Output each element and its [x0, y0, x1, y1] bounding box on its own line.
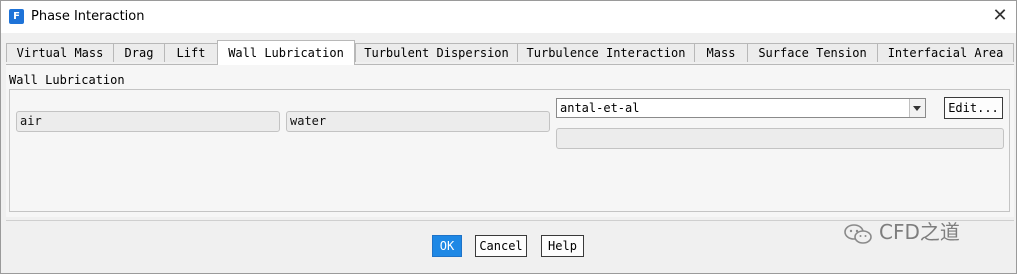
window-title: Phase Interaction [31, 9, 145, 24]
phase-2-field: water [286, 111, 550, 132]
watermark: CFD之道 [843, 220, 960, 244]
tab-mass[interactable]: Mass [694, 43, 748, 62]
tab-wall-lubrication[interactable]: Wall Lubrication [217, 40, 355, 65]
model-parameter-field [556, 128, 1004, 149]
tab-virtual-mass[interactable]: Virtual Mass [6, 43, 114, 62]
fluent-app-icon: F [9, 9, 24, 24]
wechat-logo-icon [844, 223, 872, 244]
tab-turbulence-interaction[interactable]: Turbulence Interaction [517, 43, 695, 62]
watermark-text: CFD之道 [879, 220, 960, 244]
phase-1-field: air [16, 111, 280, 132]
wall-lubrication-group: air water antal-et-al Edit... [9, 89, 1010, 212]
tab-surface-tension[interactable]: Surface Tension [747, 43, 878, 62]
tab-bar: Virtual Mass Drag Lift Wall Lubrication … [6, 40, 1014, 65]
tab-turbulent-dispersion[interactable]: Turbulent Dispersion [355, 43, 518, 62]
close-icon[interactable]: ✕ [984, 1, 1016, 33]
model-selected-value: antal-et-al [560, 101, 640, 115]
edit-button[interactable]: Edit... [944, 97, 1003, 119]
help-button[interactable]: Help [541, 235, 584, 257]
chevron-down-icon[interactable] [909, 99, 925, 117]
cancel-button[interactable]: Cancel [475, 235, 527, 257]
group-label: Wall Lubrication [9, 73, 125, 87]
wall-lubrication-model-dropdown[interactable]: antal-et-al [556, 98, 926, 118]
ok-button[interactable]: OK [432, 235, 462, 257]
wall-lubrication-panel: Wall Lubrication air water antal-et-al E… [6, 65, 1014, 217]
tab-drag[interactable]: Drag [113, 43, 165, 62]
phase-interaction-dialog: F Phase Interaction ✕ Virtual Mass Drag … [0, 0, 1017, 274]
tab-interfacial-area[interactable]: Interfacial Area [877, 43, 1014, 62]
title-bar: F Phase Interaction ✕ [1, 1, 1016, 33]
tab-lift[interactable]: Lift [164, 43, 218, 62]
